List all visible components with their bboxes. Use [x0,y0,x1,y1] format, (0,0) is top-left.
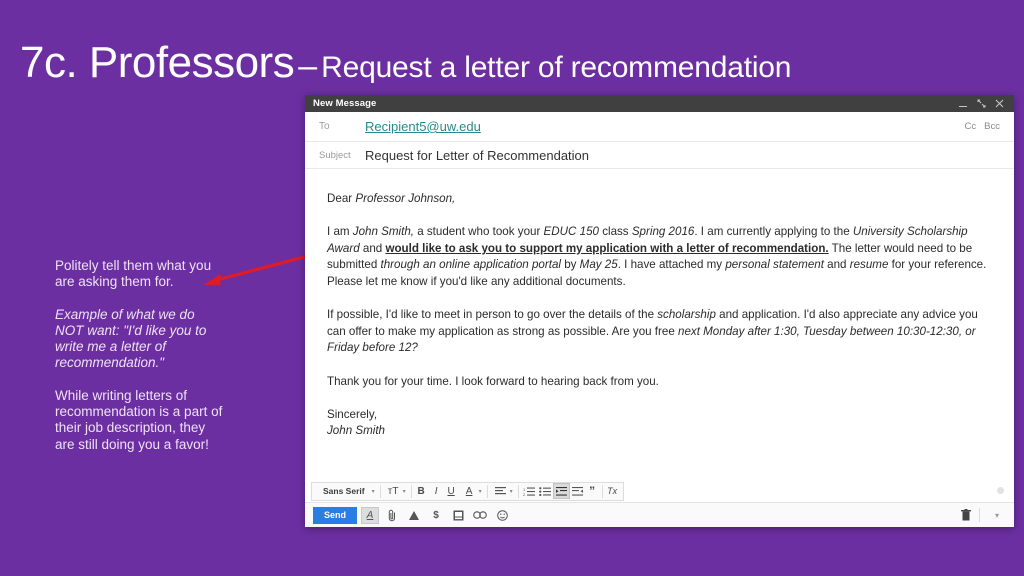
more-options-icon[interactable]: ▾ [988,507,1006,524]
p1-course: EDUC 150 [543,225,599,239]
font-family-group[interactable]: Sans Serif ▾ [315,483,378,499]
annotation-note-3: While writing letters of recommendation … [55,387,223,452]
indent-decrease-icon[interactable] [552,483,570,499]
p1-portal: through an online application portal [380,258,561,272]
compose-window-title: New Message [313,98,377,109]
p1-doc-2: resume [849,258,889,272]
signature-name: John Smith [327,424,385,438]
subject-value[interactable]: Request for Letter of Recommendation [365,148,589,163]
subject-label: Subject [319,149,351,161]
p1-seg-i: and [823,258,850,272]
underline-icon[interactable]: U [444,483,459,499]
insert-money-icon[interactable]: $ [427,507,445,524]
bulleted-list-icon[interactable] [537,483,553,499]
p1-key-request: would like to ask you to support my appl… [385,241,829,255]
annotation-note-2: Example of what we do NOT want: "I'd lik… [55,306,207,371]
chevron-down-icon[interactable]: ▾ [403,488,406,495]
compose-titlebar: New Message [305,95,1014,112]
bold-icon[interactable]: B [414,483,429,499]
discard-draft-icon[interactable] [957,507,975,524]
page-title-dash: – [298,47,318,85]
text-color-group[interactable]: A ▾ [459,483,485,499]
formatting-toolbar[interactable]: Sans Serif ▾ ᴛT ▾ B I U A ▾ ▾ 1 2 ” Tx [305,480,1014,502]
subject-field-row[interactable]: Subject Request for Letter of Recommenda… [305,142,1014,169]
salutation-prefix: Dear [327,192,356,205]
to-recipient-value[interactable]: Recipient5@uw.edu [365,119,481,134]
chevron-down-icon[interactable]: ▾ [479,488,482,495]
quote-icon[interactable]: ” [585,483,600,499]
bcc-button[interactable]: Bcc [984,121,1000,132]
numbered-list-icon[interactable]: 12 [521,483,537,499]
to-label: To [319,121,330,132]
toolbar-more-icon[interactable] [997,487,1004,494]
p1-doc-1: personal statement [725,258,824,272]
toolbar-divider [379,484,381,498]
compose-window[interactable]: New Message To Recipient5@uw.edu Cc Bcc … [305,95,1014,527]
salutation-name: Professor Johnson, [355,192,456,205]
toolbar-divider [517,484,519,498]
close-icon[interactable] [995,99,1004,108]
align-icon[interactable] [493,483,508,499]
body-signature: John Smith [327,423,988,440]
p1-seg-a: I am [327,225,353,239]
message-body[interactable]: Dear Professor Johnson, I am John Smith,… [305,169,1014,480]
text-color-icon[interactable]: A [462,483,477,499]
p2-seg-a: If possible, I'd like to meet in person … [327,308,658,322]
annotation-note-1: Politely tell them what you are asking t… [55,258,212,290]
insert-drive-icon[interactable] [405,507,423,524]
font-size-group[interactable]: ᴛT ▾ [383,483,409,499]
annotation-column: Politely tell them what you are asking t… [55,258,225,453]
p1-seg-d: . I am currently applying to the [694,225,853,239]
minimize-icon[interactable] [959,99,968,108]
p2-scholarship: scholarship [657,308,716,322]
send-button[interactable]: Send [313,506,358,524]
italic-icon[interactable]: I [429,483,444,499]
toolbar-divider [410,484,412,498]
formatting-options-icon[interactable]: A [361,506,380,524]
p1-term: Spring 2016 [631,225,695,239]
toolbar-divider [601,484,603,498]
body-paragraph-3: Thank you for your time. I look forward … [327,374,659,388]
p1-seg-e: and [359,241,386,255]
body-closing: Sincerely, [327,407,378,421]
remove-formatting-icon[interactable]: Tx [605,483,620,499]
chevron-down-icon[interactable]: ▾ [510,488,513,495]
p1-student-name: John Smith, [352,225,414,239]
p1-due-date: May 25 [579,258,618,272]
p1-seg-c: class [598,225,632,239]
svg-text:2: 2 [523,492,526,496]
cc-button[interactable]: Cc [965,121,977,132]
maximize-icon[interactable] [977,99,986,108]
chevron-down-icon[interactable]: ▾ [372,488,375,495]
send-bar[interactable]: Send A $ ▾ [305,502,1014,527]
insert-photo-icon[interactable] [449,507,467,524]
font-family-select[interactable]: Sans Serif [318,483,370,499]
attach-file-icon[interactable] [383,507,401,524]
insert-link-icon[interactable] [471,507,489,524]
p1-seg-g: by [560,258,580,272]
indent-increase-icon[interactable] [570,483,585,499]
cc-bcc-group: Cc Bcc [965,121,1000,132]
toolbar-divider [486,484,488,498]
insert-emoji-icon[interactable] [493,507,511,524]
p1-seg-h: . I have attached my [617,258,726,272]
page-title-subtitle: Request a letter of recommendation [321,51,792,84]
body-salutation: Dear Professor Johnson, [327,191,988,208]
window-controls [959,99,1004,108]
align-group[interactable]: ▾ [490,483,516,499]
body-paragraph-2: If possible, I'd like to meet in person … [327,307,988,357]
page-title: 7c. Professors – Request a letter of recom… [20,38,791,88]
p1-seg-b: a student who took your [414,225,544,239]
page-title-main: 7c. Professors [20,38,295,87]
to-field-row[interactable]: To Recipient5@uw.edu Cc Bcc [305,112,1014,142]
body-paragraph-1: I am John Smith, a student who took your… [327,224,988,290]
send-bar-divider [979,508,980,522]
font-size-icon[interactable]: ᴛT [386,483,401,499]
